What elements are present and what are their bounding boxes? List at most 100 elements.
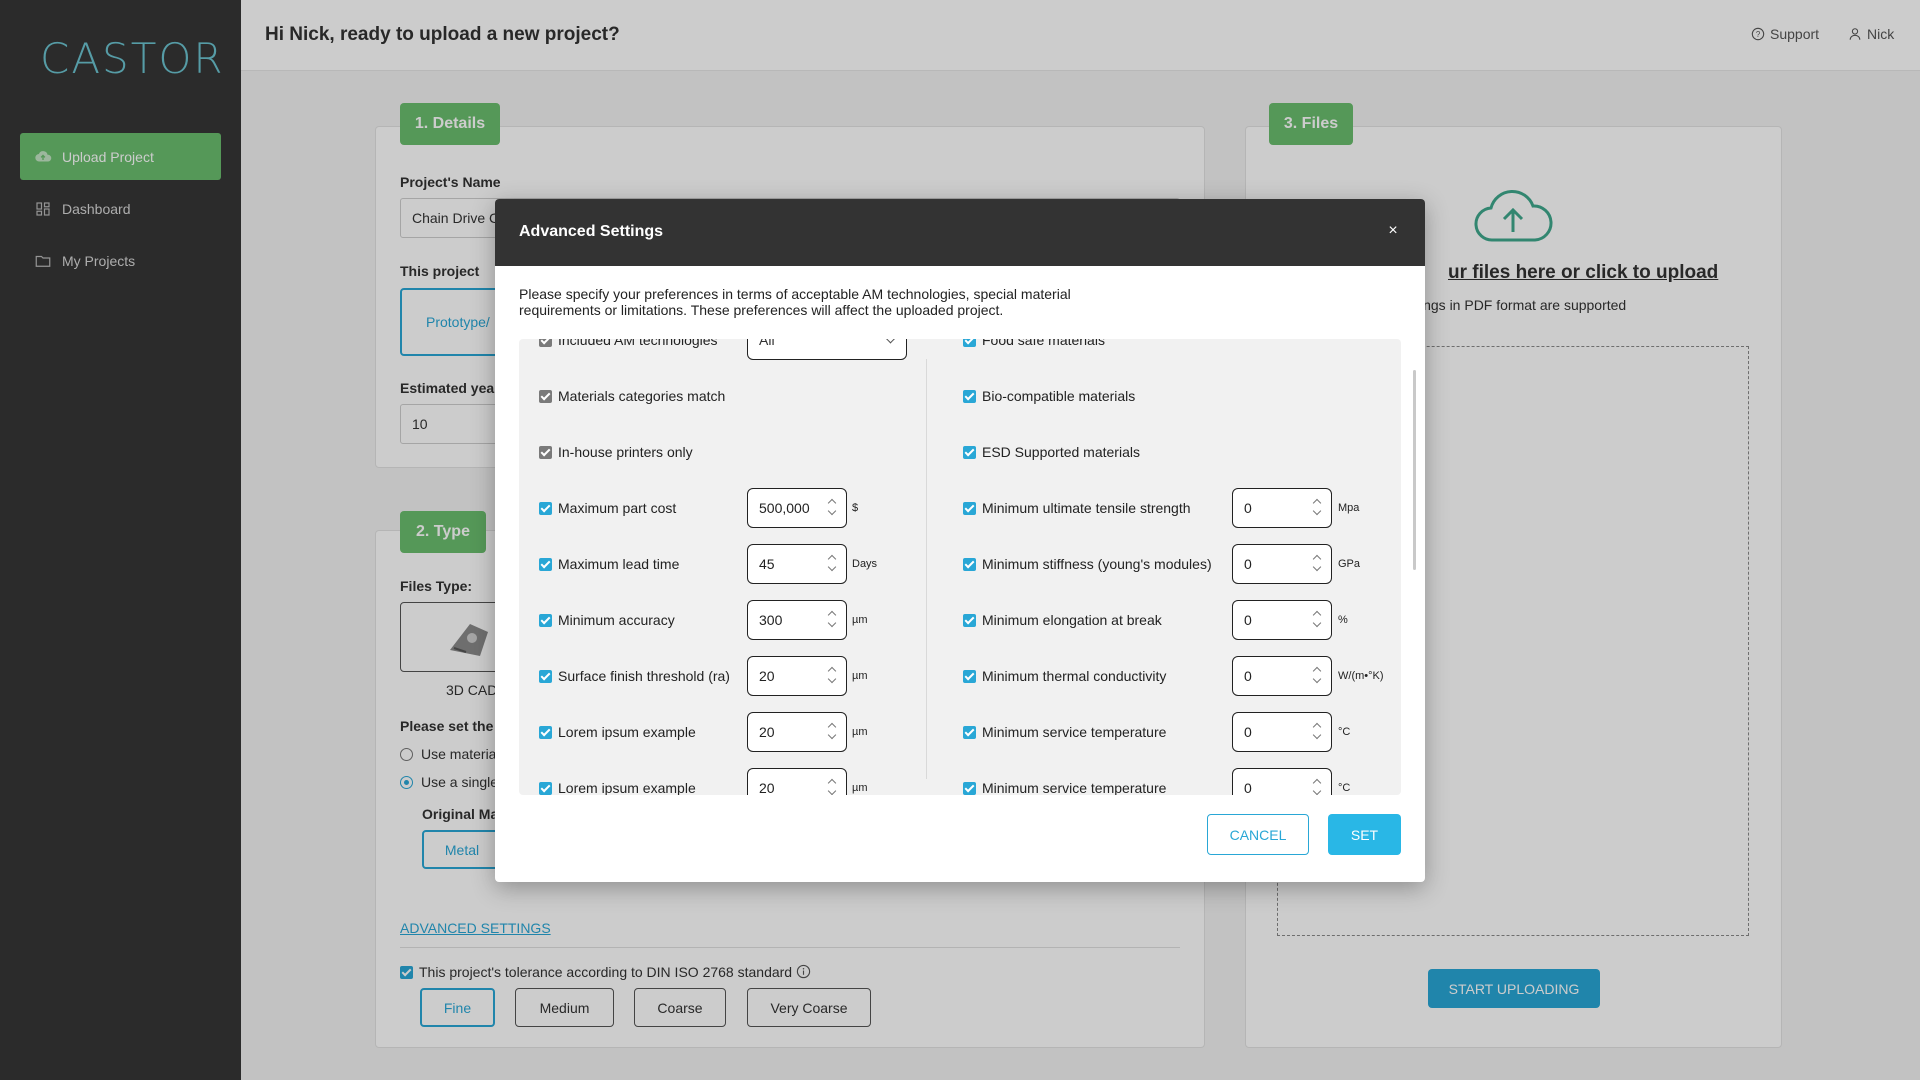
setting-row[interactable]: ESD Supported materials (963, 432, 1140, 472)
setting-label: Minimum accuracy (558, 612, 675, 628)
unit-label: $ (852, 502, 859, 514)
number-value: 20 (759, 780, 775, 795)
setting-row[interactable]: Lorem ipsum example (539, 712, 696, 752)
setting-row[interactable]: In-house printers only (539, 432, 693, 472)
checkbox[interactable] (539, 781, 552, 795)
setting-row[interactable]: Maximum lead time (539, 544, 679, 584)
setting-row[interactable]: Maximum part cost (539, 488, 676, 528)
checkbox[interactable] (539, 445, 552, 459)
stepper-icon[interactable] (1313, 777, 1323, 795)
setting-label: Materials categories match (558, 388, 726, 404)
setting-label: In-house printers only (558, 444, 693, 460)
stepper-icon[interactable] (1313, 553, 1323, 575)
number-input[interactable]: 0 (1232, 488, 1332, 528)
checkbox[interactable] (963, 389, 976, 403)
close-icon[interactable]: × (1383, 221, 1403, 241)
stepper-icon[interactable] (828, 721, 838, 743)
setting-label: Lorem ipsum example (558, 780, 696, 795)
checkbox[interactable] (539, 557, 552, 571)
setting-label: ESD Supported materials (982, 444, 1140, 460)
setting-row[interactable]: Food safe materials (963, 339, 1105, 360)
stepper-icon[interactable] (1313, 721, 1323, 743)
checkbox[interactable] (963, 613, 976, 627)
number-input[interactable]: 0 (1232, 544, 1332, 584)
number-input[interactable]: 0 (1232, 656, 1332, 696)
setting-label: Food safe materials (982, 339, 1105, 348)
setting-row[interactable]: Lorem ipsum example (539, 768, 696, 795)
number-input[interactable]: 0 (1232, 768, 1332, 795)
cancel-button[interactable]: CANCEL (1207, 814, 1309, 855)
am-technologies-select[interactable]: All (747, 339, 907, 360)
setting-row[interactable]: Minimum service temperature (963, 712, 1166, 752)
setting-row[interactable]: Minimum stiffness (young's modules) (963, 544, 1212, 584)
checkbox[interactable] (963, 445, 976, 459)
number-input[interactable]: 20 (747, 656, 847, 696)
number-input[interactable]: 500,000 (747, 488, 847, 528)
setting-row[interactable]: Materials categories match (539, 376, 725, 416)
number-value: 0 (1244, 612, 1252, 628)
setting-label: Bio-compatible materials (982, 388, 1136, 404)
checkbox[interactable] (963, 501, 976, 515)
setting-row[interactable]: Minimum thermal conductivity (963, 656, 1166, 696)
modal-title: Advanced Settings (519, 223, 664, 240)
setting-label: Minimum service temperature (982, 724, 1167, 740)
setting-row[interactable]: Minimum accuracy (539, 600, 675, 640)
setting-label: Surface finish threshold (ra) (558, 668, 730, 684)
number-input[interactable]: 20 (747, 712, 847, 752)
setting-label: Included AM technologies (558, 339, 718, 348)
checkbox[interactable] (539, 339, 552, 347)
checkbox[interactable] (539, 725, 552, 739)
number-input[interactable]: 45 (747, 544, 847, 584)
setting-row[interactable]: Minimum service temperature (963, 768, 1166, 795)
unit-label: °C (1338, 782, 1351, 794)
number-input[interactable]: 0 (1232, 600, 1332, 640)
modal-scrollbar[interactable] (1413, 370, 1416, 570)
number-value: 0 (1244, 500, 1252, 516)
number-value: 0 (1244, 668, 1252, 684)
checkbox[interactable] (963, 781, 976, 795)
stepper-icon[interactable] (828, 553, 838, 575)
checkbox[interactable] (539, 669, 552, 683)
checkbox[interactable] (963, 725, 976, 739)
stepper-icon[interactable] (1313, 665, 1323, 687)
unit-label: µm (852, 726, 868, 738)
stepper-icon[interactable] (1313, 497, 1323, 519)
setting-row[interactable]: Minimum elongation at break (963, 600, 1162, 640)
unit-label: Mpa (1338, 502, 1360, 514)
number-value: 0 (1244, 556, 1252, 572)
setting-row[interactable]: Minimum ultimate tensile strength (963, 488, 1191, 528)
checkbox[interactable] (539, 613, 552, 627)
setting-label: Lorem ipsum example (558, 724, 696, 740)
setting-label: Minimum ultimate tensile strength (982, 500, 1191, 516)
setting-row[interactable]: Bio-compatible materials (963, 376, 1135, 416)
stepper-icon[interactable] (828, 777, 838, 795)
stepper-icon[interactable] (828, 609, 838, 631)
checkbox[interactable] (963, 557, 976, 571)
number-value: 20 (759, 724, 775, 740)
unit-label: GPa (1338, 558, 1361, 570)
number-value: 500,000 (759, 500, 810, 516)
stepper-icon[interactable] (1313, 609, 1323, 631)
number-input[interactable]: 20 (747, 768, 847, 795)
unit-label: µm (852, 670, 868, 682)
setting-label: Maximum lead time (558, 556, 680, 572)
number-value: 300 (759, 612, 783, 628)
column-divider (926, 359, 927, 779)
number-value: 0 (1244, 780, 1252, 795)
setting-row[interactable]: Surface finish threshold (ra) (539, 656, 730, 696)
setting-label: Minimum thermal conductivity (982, 668, 1167, 684)
stepper-icon[interactable] (828, 497, 838, 519)
checkbox[interactable] (539, 389, 552, 403)
number-input[interactable]: 300 (747, 600, 847, 640)
unit-label: µm (852, 782, 868, 794)
number-input[interactable]: 0 (1232, 712, 1332, 752)
settings-panel: Included AM technologies All Materials c… (519, 339, 1401, 795)
unit-label: Days (852, 558, 878, 570)
setting-label: Minimum elongation at break (982, 612, 1162, 628)
stepper-icon[interactable] (828, 665, 838, 687)
checkbox[interactable] (963, 669, 976, 683)
set-button[interactable]: SET (1328, 814, 1401, 855)
checkbox[interactable] (539, 501, 552, 515)
checkbox[interactable] (963, 339, 976, 347)
setting-row[interactable]: Included AM technologies (539, 339, 718, 360)
